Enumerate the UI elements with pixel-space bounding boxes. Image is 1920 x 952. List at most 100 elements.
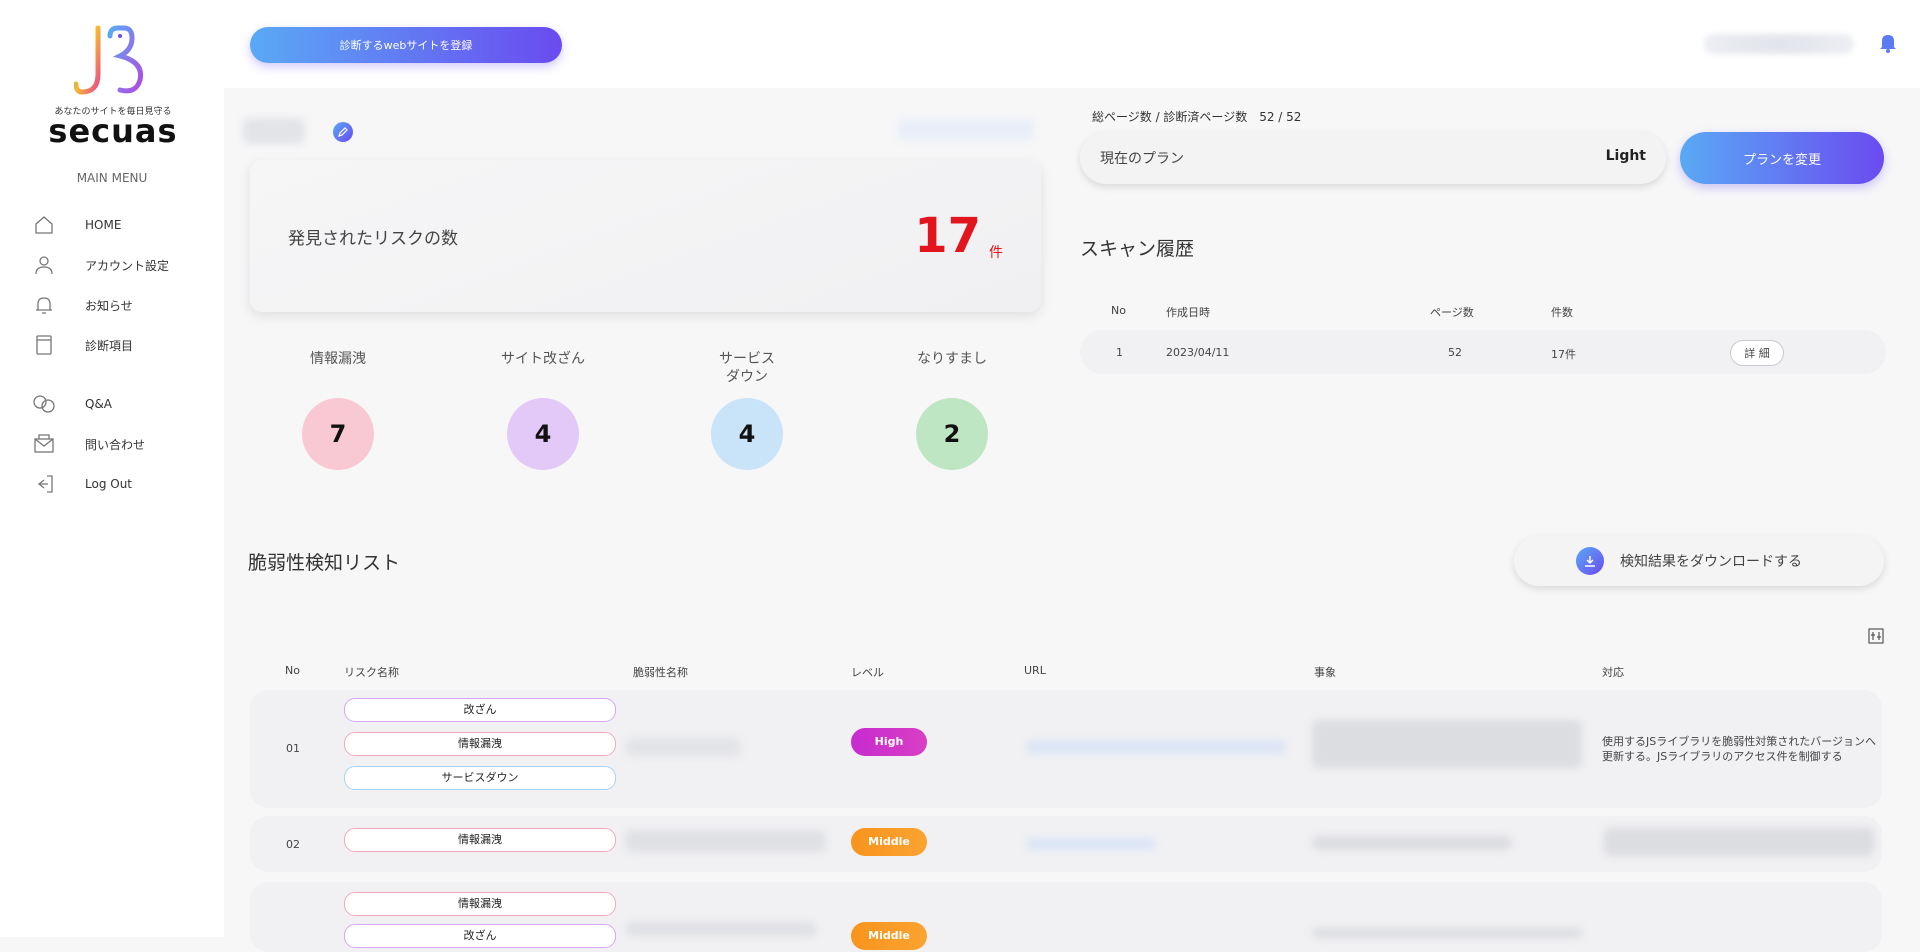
vuln-name-blurred [626, 830, 826, 852]
scan-history-title: スキャン履歴 [1080, 238, 1195, 260]
level-badge-high: High [851, 728, 927, 756]
logo-wordmark: secuas [48, 112, 178, 150]
category-label: サイト改ざん [501, 351, 585, 367]
change-plan-button[interactable]: プランを変更 [1680, 132, 1884, 184]
scan-no: 1 [1116, 346, 1123, 359]
vuln-name-blurred [626, 738, 741, 756]
topbar: 診断するwebサイトを登録 [224, 0, 1920, 88]
category-count: 4 [711, 398, 783, 470]
user-name-blurred[interactable] [1704, 34, 1854, 54]
sidebar-item-notice[interactable]: お知らせ [32, 289, 212, 321]
scan-header-count: 件数 [1551, 306, 1573, 319]
risk-tag: 改ざん [344, 924, 616, 948]
response-text: 使用するJSライブラリを脆弱性対策されたバージョンへ更新する。JSライブラリのア… [1602, 735, 1877, 763]
download-label: 検知結果をダウンロードする [1620, 554, 1802, 570]
bell-icon [32, 293, 56, 317]
sidebar-item-label: 診断項目 [85, 338, 134, 353]
logout-icon [32, 472, 56, 496]
scan-date: 2023/04/11 [1166, 346, 1230, 359]
vuln-header-no: No [285, 664, 300, 677]
site-url-blurred[interactable] [898, 120, 1033, 140]
sidebar-item-label: お知らせ [85, 298, 133, 313]
risk-summary-card: 発見されたリスクの数 17 件 [250, 160, 1041, 312]
sidebar-item-diagnosis[interactable]: 診断項目 [32, 329, 212, 361]
scan-detail-button[interactable]: 詳 細 [1730, 340, 1784, 366]
category-label: サービス ダウン [719, 351, 775, 385]
vuln-row[interactable]: 01 改ざん 情報漏洩 サービスダウン High 使用するJSライブラリを脆弱性… [250, 690, 1882, 808]
register-website-button[interactable]: 診断するwebサイトを登録 [250, 27, 562, 63]
category-spoofing: なりすまし 2 [882, 350, 1022, 470]
logo-mark-icon [74, 25, 144, 95]
vuln-header-url: URL [1024, 664, 1046, 677]
sidebar-item-label: HOME [85, 218, 122, 232]
risk-tag: 情報漏洩 [344, 892, 616, 916]
sidebar-item-qa[interactable]: Q&A [32, 388, 212, 420]
event-blurred [1312, 836, 1512, 850]
scan-pages: 52 [1448, 346, 1462, 359]
sidebar-item-home[interactable]: HOME [32, 209, 212, 241]
sidebar-item-label: Q&A [85, 397, 113, 411]
category-service-down: サービス ダウン 4 [677, 350, 817, 470]
url-blurred[interactable] [1026, 740, 1286, 754]
page-count-text: 総ページ数 / 診断済ページ数 52 / 52 [1092, 110, 1302, 124]
download-icon [1576, 547, 1604, 575]
category-label: 情報漏洩 [310, 351, 366, 367]
user-icon [32, 253, 56, 277]
vuln-row[interactable]: 情報漏洩 改ざん Middle [250, 882, 1882, 952]
notification-bell-icon[interactable] [1878, 32, 1898, 54]
level-badge-middle: Middle [851, 922, 927, 950]
vuln-no: 01 [286, 742, 300, 755]
home-icon [32, 213, 56, 237]
scan-header-pages: ページ数 [1430, 306, 1474, 319]
risk-tag: 情報漏洩 [344, 828, 616, 852]
scan-header-date: 作成日時 [1166, 306, 1210, 319]
main-menu-title: MAIN MENU [76, 171, 148, 185]
scan-count: 17件 [1551, 348, 1576, 361]
sidebar: あなたのサイトを毎日見守る secuas MAIN MENU HOME アカウン… [0, 0, 224, 937]
mail-icon [32, 432, 56, 456]
sidebar-item-label: 問い合わせ [85, 437, 146, 452]
logo[interactable]: あなたのサイトを毎日見守る secuas [48, 22, 178, 152]
sidebar-item-label: アカウント設定 [85, 258, 170, 273]
scan-header-no: No [1111, 304, 1126, 317]
category-info-leak: 情報漏洩 7 [268, 350, 408, 470]
risk-count-label: 発見されたリスクの数 [288, 229, 458, 249]
risk-count-value: 17 [914, 208, 981, 264]
url-blurred[interactable] [1026, 838, 1156, 850]
vuln-header-response: 対応 [1602, 666, 1624, 679]
site-name-blurred [243, 118, 305, 144]
sidebar-item-label: Log Out [85, 477, 133, 491]
risk-tag: 改ざん [344, 698, 616, 722]
clipboard-icon [32, 333, 56, 357]
event-blurred [1312, 720, 1582, 768]
category-tamper: サイト改ざん 4 [473, 350, 613, 470]
current-plan-box: 現在のプラン Light [1080, 132, 1666, 184]
current-plan-value: Light [1605, 148, 1646, 164]
pencil-icon [338, 127, 348, 137]
sidebar-item-logout[interactable]: Log Out [32, 468, 212, 500]
category-count: 2 [916, 398, 988, 470]
category-count: 4 [507, 398, 579, 470]
current-plan-label: 現在のプラン [1100, 151, 1184, 167]
vuln-row[interactable]: 02 情報漏洩 Middle [250, 816, 1882, 872]
vuln-header-vuln-name: 脆弱性名称 [633, 666, 688, 679]
sidebar-item-account[interactable]: アカウント設定 [32, 249, 212, 281]
chat-icon [32, 392, 56, 416]
category-count: 7 [302, 398, 374, 470]
vuln-header-level: レベル [851, 666, 884, 679]
level-badge-middle: Middle [851, 828, 927, 856]
vuln-list-title: 脆弱性検知リスト [248, 552, 401, 574]
sidebar-item-contact[interactable]: 問い合わせ [32, 428, 212, 460]
vuln-header-event: 事象 [1314, 666, 1336, 679]
risk-count-unit: 件 [989, 245, 1003, 261]
scan-history-row: 1 2023/04/11 52 17件 詳 細 [1080, 330, 1886, 374]
vuln-no: 02 [286, 838, 300, 851]
vuln-name-blurred [626, 922, 816, 936]
column-settings-icon[interactable] [1868, 628, 1884, 644]
edit-site-button[interactable] [333, 122, 353, 142]
category-label: なりすまし [917, 351, 987, 367]
risk-tag: サービスダウン [344, 766, 616, 790]
download-results-button[interactable]: 検知結果をダウンロードする [1514, 536, 1884, 586]
response-blurred [1604, 828, 1874, 856]
vuln-header-risk: リスク名称 [344, 666, 399, 679]
